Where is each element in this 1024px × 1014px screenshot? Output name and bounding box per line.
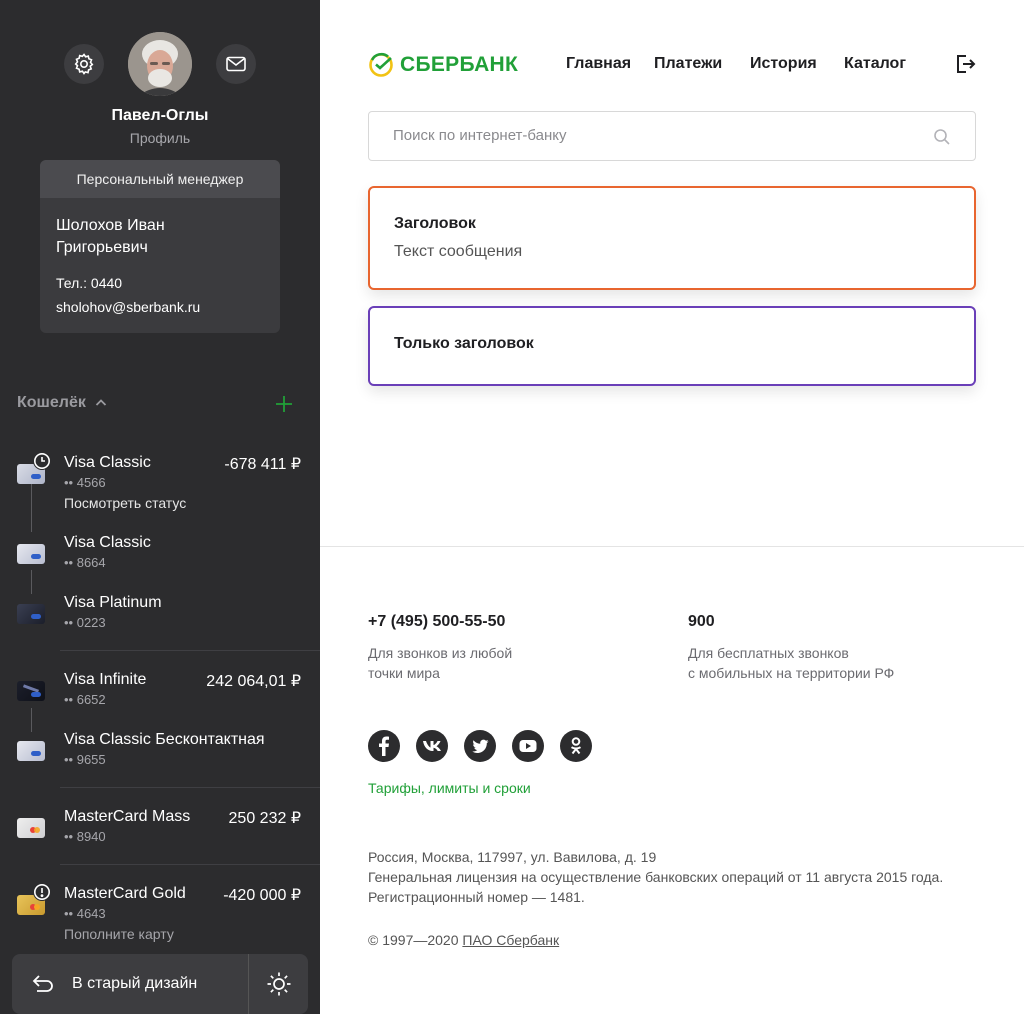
wallet-card[interactable]: MasterCard Gold -420 000 ₽ •• 4643 Попол… [0, 881, 320, 951]
card-name: Visa Infinite [64, 671, 147, 688]
card-thumbnail [17, 741, 45, 761]
card-thumbnail [17, 818, 45, 838]
old-design-button[interactable]: В старый дизайн [12, 954, 248, 1014]
address: Россия, Москва, 117997, ул. Вавилова, д.… [368, 849, 657, 865]
copyright: © 1997—2020 ПАО Сбербанк [368, 932, 559, 948]
license: Генеральная лицензия на осуществление ба… [368, 869, 944, 885]
card-number: •• 8940 [64, 829, 106, 844]
tariffs-link[interactable]: Тарифы, лимиты и сроки [368, 780, 531, 796]
wallet-card[interactable]: Visa Classic •• 8664 [0, 530, 320, 580]
nav-payments[interactable]: Платежи [654, 55, 722, 73]
card-thumbnail [17, 604, 45, 624]
card-name: MasterCard Gold [64, 885, 186, 902]
search-icon[interactable] [933, 128, 951, 146]
card-number: •• 9655 [64, 752, 106, 767]
wallet-title: Кошелёк [17, 394, 86, 411]
card-name: Visa Classic Бесконтактная [64, 731, 265, 748]
card-balance: 250 232 ₽ [228, 810, 301, 827]
theme-toggle-button[interactable] [248, 954, 308, 1014]
sber-logo-icon [369, 52, 393, 77]
sidebar: Павел-Оглы Профиль Персональный менеджер… [0, 0, 320, 1014]
nav-catalog[interactable]: Каталог [844, 55, 906, 73]
manager-header: Персональный менеджер [40, 160, 280, 198]
settings-button[interactable] [64, 44, 104, 84]
alert-icon [33, 883, 51, 901]
logout-button[interactable] [954, 52, 976, 81]
notification-text: Текст сообщения [394, 243, 523, 260]
notification-card: Заголовок Текст сообщения [368, 186, 976, 290]
notification-title: Заголовок [394, 215, 476, 232]
mail-icon [226, 56, 246, 72]
registration-number: Регистрационный номер — 1481. [368, 889, 585, 905]
wallet-card[interactable]: Visa Infinite 242 064,01 ₽ •• 6652 [0, 667, 320, 717]
card-number: •• 4643 [64, 906, 106, 921]
add-card-button[interactable] [272, 392, 296, 416]
divider [60, 650, 320, 651]
profile-link[interactable]: Профиль [0, 130, 320, 146]
wallet-card[interactable]: Visa Classic Бесконтактная •• 9655 [0, 727, 320, 777]
view-status-link[interactable]: Посмотреть статус [64, 495, 186, 511]
facebook-icon[interactable] [368, 730, 400, 762]
card-name: Visa Classic [64, 534, 151, 551]
chevron-up-icon [95, 399, 106, 406]
manager-phone: Тел.: 0440 [56, 275, 123, 291]
wallet-card[interactable]: Visa Classic -678 411 ₽ •• 4566 Посмотре… [0, 450, 320, 520]
card-balance: -678 411 ₽ [224, 456, 301, 473]
divider [60, 787, 320, 788]
card-number: •• 4566 [64, 475, 106, 490]
plus-icon [276, 396, 292, 412]
card-thumbnail [17, 544, 45, 564]
card-number: •• 8664 [64, 555, 106, 570]
logout-icon [957, 55, 976, 73]
card-thumbnail [17, 681, 45, 701]
footer-divider [320, 546, 1024, 547]
wallet-card[interactable]: MasterCard Mass 250 232 ₽ •• 8940 [0, 804, 320, 854]
card-name: Visa Classic [64, 454, 151, 471]
twitter-icon[interactable] [464, 730, 496, 762]
wallet-toggle[interactable]: Кошелёк [17, 394, 108, 412]
nav-history[interactable]: История [750, 55, 817, 73]
manager-name: Шолохов Иван Григорьевич [56, 217, 165, 256]
gear-icon [74, 53, 94, 75]
search-input[interactable] [393, 112, 933, 158]
user-photo [128, 32, 192, 96]
messages-button[interactable] [216, 44, 256, 84]
nav-main[interactable]: Главная [566, 55, 631, 73]
footer-short-number-desc: Для бесплатных звонков с мобильных на те… [688, 645, 895, 681]
card-balance: 242 064,01 ₽ [206, 673, 301, 690]
youtube-icon[interactable] [512, 730, 544, 762]
old-design-label: В старый дизайн [72, 975, 198, 992]
divider [60, 864, 320, 865]
top-up-card-link[interactable]: Пополните карту [64, 926, 174, 942]
notification-title: Только заголовок [394, 335, 534, 352]
notification-card: Только заголовок [368, 306, 976, 386]
user-name[interactable]: Павел-Оглы [0, 107, 320, 125]
card-number: •• 0223 [64, 615, 106, 630]
legal-info: Россия, Москва, 117997, ул. Вавилова, д.… [368, 847, 1008, 907]
card-number: •• 6652 [64, 692, 106, 707]
footer-phone-desc: Для звонков из любой точки мира [368, 645, 513, 681]
wallet-card[interactable]: Visa Platinum •• 0223 [0, 590, 320, 640]
sun-icon [267, 972, 290, 996]
card-name: MasterCard Mass [64, 808, 191, 825]
manager-email[interactable]: sholohov@sberbank.ru [56, 299, 200, 315]
bottom-bar: В старый дизайн [12, 954, 308, 1014]
sberbank-link[interactable]: ПАО Сбербанк [462, 932, 559, 948]
logo-text: СБЕРБАНК [400, 53, 519, 76]
footer-short-number[interactable]: 900 [688, 613, 715, 631]
card-name: Visa Platinum [64, 594, 162, 611]
clock-icon [33, 452, 51, 470]
manager-card: Персональный менеджер Шолохов Иван Григо… [40, 160, 280, 333]
vk-icon[interactable] [416, 730, 448, 762]
odnoklassniki-icon[interactable] [560, 730, 592, 762]
search-box [368, 111, 976, 161]
main-content: СБЕРБАНК Главная Платежи История Каталог… [320, 0, 1024, 1014]
copyright-text: © 1997—2020 [368, 932, 463, 948]
avatar[interactable] [128, 32, 192, 96]
card-balance: -420 000 ₽ [223, 887, 301, 904]
footer-phone[interactable]: +7 (495) 500-55-50 [368, 613, 505, 631]
sberbank-logo[interactable]: СБЕРБАНК [368, 52, 518, 78]
undo-arrow-icon [32, 975, 53, 992]
